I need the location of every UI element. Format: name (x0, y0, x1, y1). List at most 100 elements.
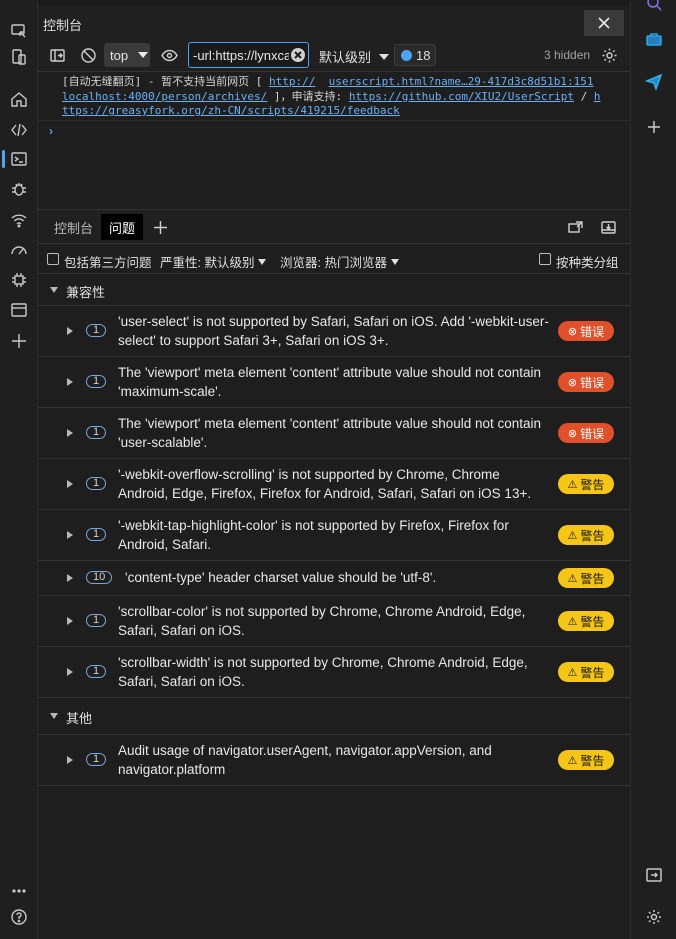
toggle-sidebar-button[interactable] (46, 45, 68, 65)
more-tools-icon[interactable] (8, 879, 30, 901)
log-link[interactable]: ttps://greasyfork.org/zh-CN/scripts/4192… (62, 104, 400, 117)
application-window-icon[interactable] (8, 299, 30, 321)
sidebar-toggle-icon (49, 48, 65, 62)
console-settings-button[interactable] (598, 45, 620, 65)
expand-triangle-icon (50, 287, 58, 293)
devtools-panel: 控制台 top -url:https://lynxcat 默认级别 18 3 h… (38, 6, 630, 939)
browser-dropdown[interactable]: 浏览器: 热门浏览器 (280, 252, 399, 271)
issue-row[interactable]: 1 'scrollbar-width' is not supported by … (38, 647, 630, 698)
console-prompt[interactable]: › (49, 124, 53, 138)
clear-console-button[interactable] (77, 45, 99, 65)
group-header-other[interactable]: 其他 (38, 698, 630, 735)
issue-message: '-webkit-tap-highlight-color' is not sup… (118, 518, 509, 552)
device-emulation-icon[interactable] (8, 46, 30, 68)
debugger-bug-icon[interactable] (8, 178, 30, 200)
live-expression-button[interactable] (158, 45, 180, 65)
home-icon[interactable] (8, 88, 30, 110)
issue-message: 'scrollbar-width' is not supported by Ch… (118, 655, 528, 689)
close-drawer-button[interactable] (598, 218, 618, 236)
add-tool-icon[interactable] (8, 330, 30, 352)
clear-filter-button[interactable] (291, 48, 305, 62)
toolbox-icon[interactable] (643, 28, 665, 50)
filter-input[interactable]: -url:https://lynxcat (188, 42, 309, 68)
expand-triangle-icon (67, 480, 73, 488)
severity-label: 警告 (580, 571, 605, 586)
elements-icon[interactable] (8, 119, 30, 141)
log-divider (38, 120, 630, 121)
log-level-dropdown[interactable]: 默认级别 (319, 47, 390, 66)
severity-badge: ⚠ 警告 (558, 611, 614, 631)
severity-label: 警告 (580, 665, 605, 680)
third-party-checkbox[interactable] (47, 253, 59, 265)
issue-row[interactable]: 1 '-webkit-overflow-scrolling' is not su… (38, 459, 630, 510)
severity-dropdown[interactable]: 严重性: 默认级别 (160, 252, 267, 271)
chevron-down-icon (138, 52, 149, 58)
issue-message: Audit usage of navigator.userAgent, navi… (118, 743, 492, 777)
expand-triangle-icon (50, 713, 58, 719)
source-link[interactable]: userscript.html?name…29-417d3c8d51b1:151 (329, 75, 594, 88)
clear-x-icon (294, 51, 302, 59)
performance-gauge-icon[interactable] (8, 239, 30, 261)
warning-triangle-icon: ⚠ (567, 572, 578, 585)
group-header-compatibility[interactable]: 兼容性 (38, 274, 630, 306)
third-party-label: 包括第三方问题 (64, 256, 152, 270)
severity-badge: ⚠ 警告 (558, 662, 614, 682)
log-text: ]，申请支持: (267, 89, 349, 103)
issue-row[interactable]: 1 Audit usage of navigator.userAgent, na… (38, 735, 630, 786)
add-icon[interactable] (643, 116, 665, 138)
issue-count: 1 (86, 665, 107, 678)
severity-label: 警告 (580, 528, 605, 543)
severity-badge: ⊗ 错误 (558, 372, 614, 392)
issue-row[interactable]: 1 The 'viewport' meta element 'content' … (38, 357, 630, 408)
network-wifi-icon[interactable] (8, 209, 30, 231)
console-output: [自动无缝翻页] - 暂不支持当前网页 [ http:// userscript… (38, 72, 630, 210)
inspect-icon[interactable] (8, 20, 30, 42)
context-value: top (110, 47, 129, 63)
memory-chip-icon[interactable] (8, 269, 30, 291)
log-link[interactable]: https://github.com/XIU2/UserScript (349, 90, 574, 103)
issues-count-button[interactable]: 18 (394, 44, 436, 66)
issues-count: 18 (416, 47, 431, 63)
send-icon[interactable] (643, 70, 665, 92)
issue-row[interactable]: 1 'scrollbar-color' is not supported by … (38, 596, 630, 647)
expand-triangle-icon (67, 668, 73, 676)
issue-row[interactable]: 1 '-webkit-tap-highlight-color' is not s… (38, 510, 630, 561)
log-link[interactable]: h (594, 90, 601, 103)
issue-row[interactable]: 1 The 'viewport' meta element 'content' … (38, 408, 630, 459)
chevron-down-icon (258, 258, 267, 265)
console-icon[interactable] (8, 148, 30, 170)
close-button[interactable] (584, 10, 624, 36)
context-selector[interactable]: top (104, 43, 150, 67)
issue-row[interactable]: 1 'user-select' is not supported by Safa… (38, 306, 630, 357)
log-link[interactable]: localhost:4000/person/archives/ (62, 90, 267, 103)
console-toolbar: top -url:https://lynxcat 默认级别 18 3 hidde… (38, 38, 630, 72)
console-log-message: [自动无缝翻页] - 暂不支持当前网页 [ http:// userscript… (62, 75, 607, 119)
issues-list: 兼容性 1 'user-select' is not supported by … (38, 274, 630, 786)
warning-triangle-icon: ⚠ (567, 529, 578, 542)
group-by-kind-checkbox[interactable] (539, 253, 551, 265)
expand-triangle-icon (67, 617, 73, 625)
search-icon[interactable] (643, 0, 665, 14)
issue-row[interactable]: 10 'content-type' header charset value s… (38, 561, 630, 596)
chevron-down-icon (379, 53, 390, 60)
error-circle-icon: ⊗ (567, 325, 578, 338)
expand-triangle-icon (67, 574, 73, 582)
log-link[interactable]: http:// (269, 75, 315, 88)
help-icon[interactable] (8, 906, 30, 928)
chevron-down-icon (390, 258, 399, 265)
issue-count: 1 (86, 324, 107, 337)
browser-sidebar (630, 0, 676, 939)
issue-count: 10 (86, 571, 113, 584)
settings-icon[interactable] (643, 906, 665, 928)
tab-issues[interactable]: 问题 (101, 214, 144, 240)
issue-message: '-webkit-overflow-scrolling' is not supp… (118, 467, 532, 501)
warning-triangle-icon: ⚠ (567, 615, 578, 628)
group-title: 其他 (66, 711, 93, 726)
collapse-drawer-icon (600, 220, 616, 234)
dock-icon (567, 220, 583, 233)
tab-console[interactable]: 控制台 (46, 214, 101, 240)
issue-message: The 'viewport' meta element 'content' at… (118, 416, 542, 450)
dock-side-icon[interactable] (643, 864, 665, 886)
dock-drawer-button[interactable] (565, 218, 585, 236)
add-tab-button[interactable] (150, 218, 170, 236)
